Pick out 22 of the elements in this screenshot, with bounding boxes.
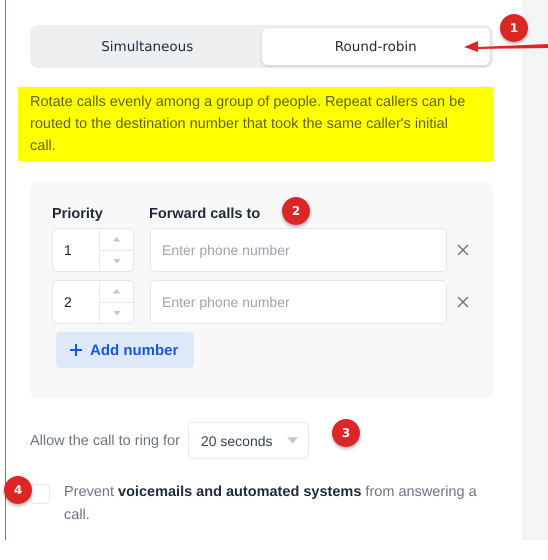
priority-value: 1 xyxy=(63,241,73,260)
caret-icon xyxy=(286,437,298,444)
plus-icon xyxy=(70,344,82,356)
priority-spinner[interactable]: 2 xyxy=(52,280,134,324)
phone-input[interactable]: Enter phone number xyxy=(150,228,447,272)
phone-input[interactable]: Enter phone number xyxy=(150,280,447,324)
checkbox-label: Prevent voicemails and automated systems from answering a call. xyxy=(64,483,478,525)
annotation-badge: 4 xyxy=(4,476,32,504)
close-icon[interactable] xyxy=(457,296,469,308)
mode-tab[interactable]: Round-robin xyxy=(262,28,490,65)
priority-value: 2 xyxy=(63,293,73,312)
mode-tab[interactable]: Simultaneous xyxy=(33,28,262,65)
annotation-badge: 1 xyxy=(500,14,528,42)
ring-label: Allow the call to ring for xyxy=(30,432,180,448)
description-text: Rotate calls evenly among a group of people. Repeat callers can be routed to the destination number that took the same caller's initial call. xyxy=(18,87,493,161)
annotation-badge: 3 xyxy=(332,419,360,447)
forward-header: Forward calls to xyxy=(149,206,260,222)
priority-spinner[interactable]: 1 xyxy=(52,228,134,272)
add-number-button[interactable]: Add number xyxy=(56,332,194,368)
priority-header: Priority xyxy=(52,206,104,222)
ring-duration-select[interactable]: 20 seconds xyxy=(188,422,309,459)
close-icon[interactable] xyxy=(457,244,469,256)
